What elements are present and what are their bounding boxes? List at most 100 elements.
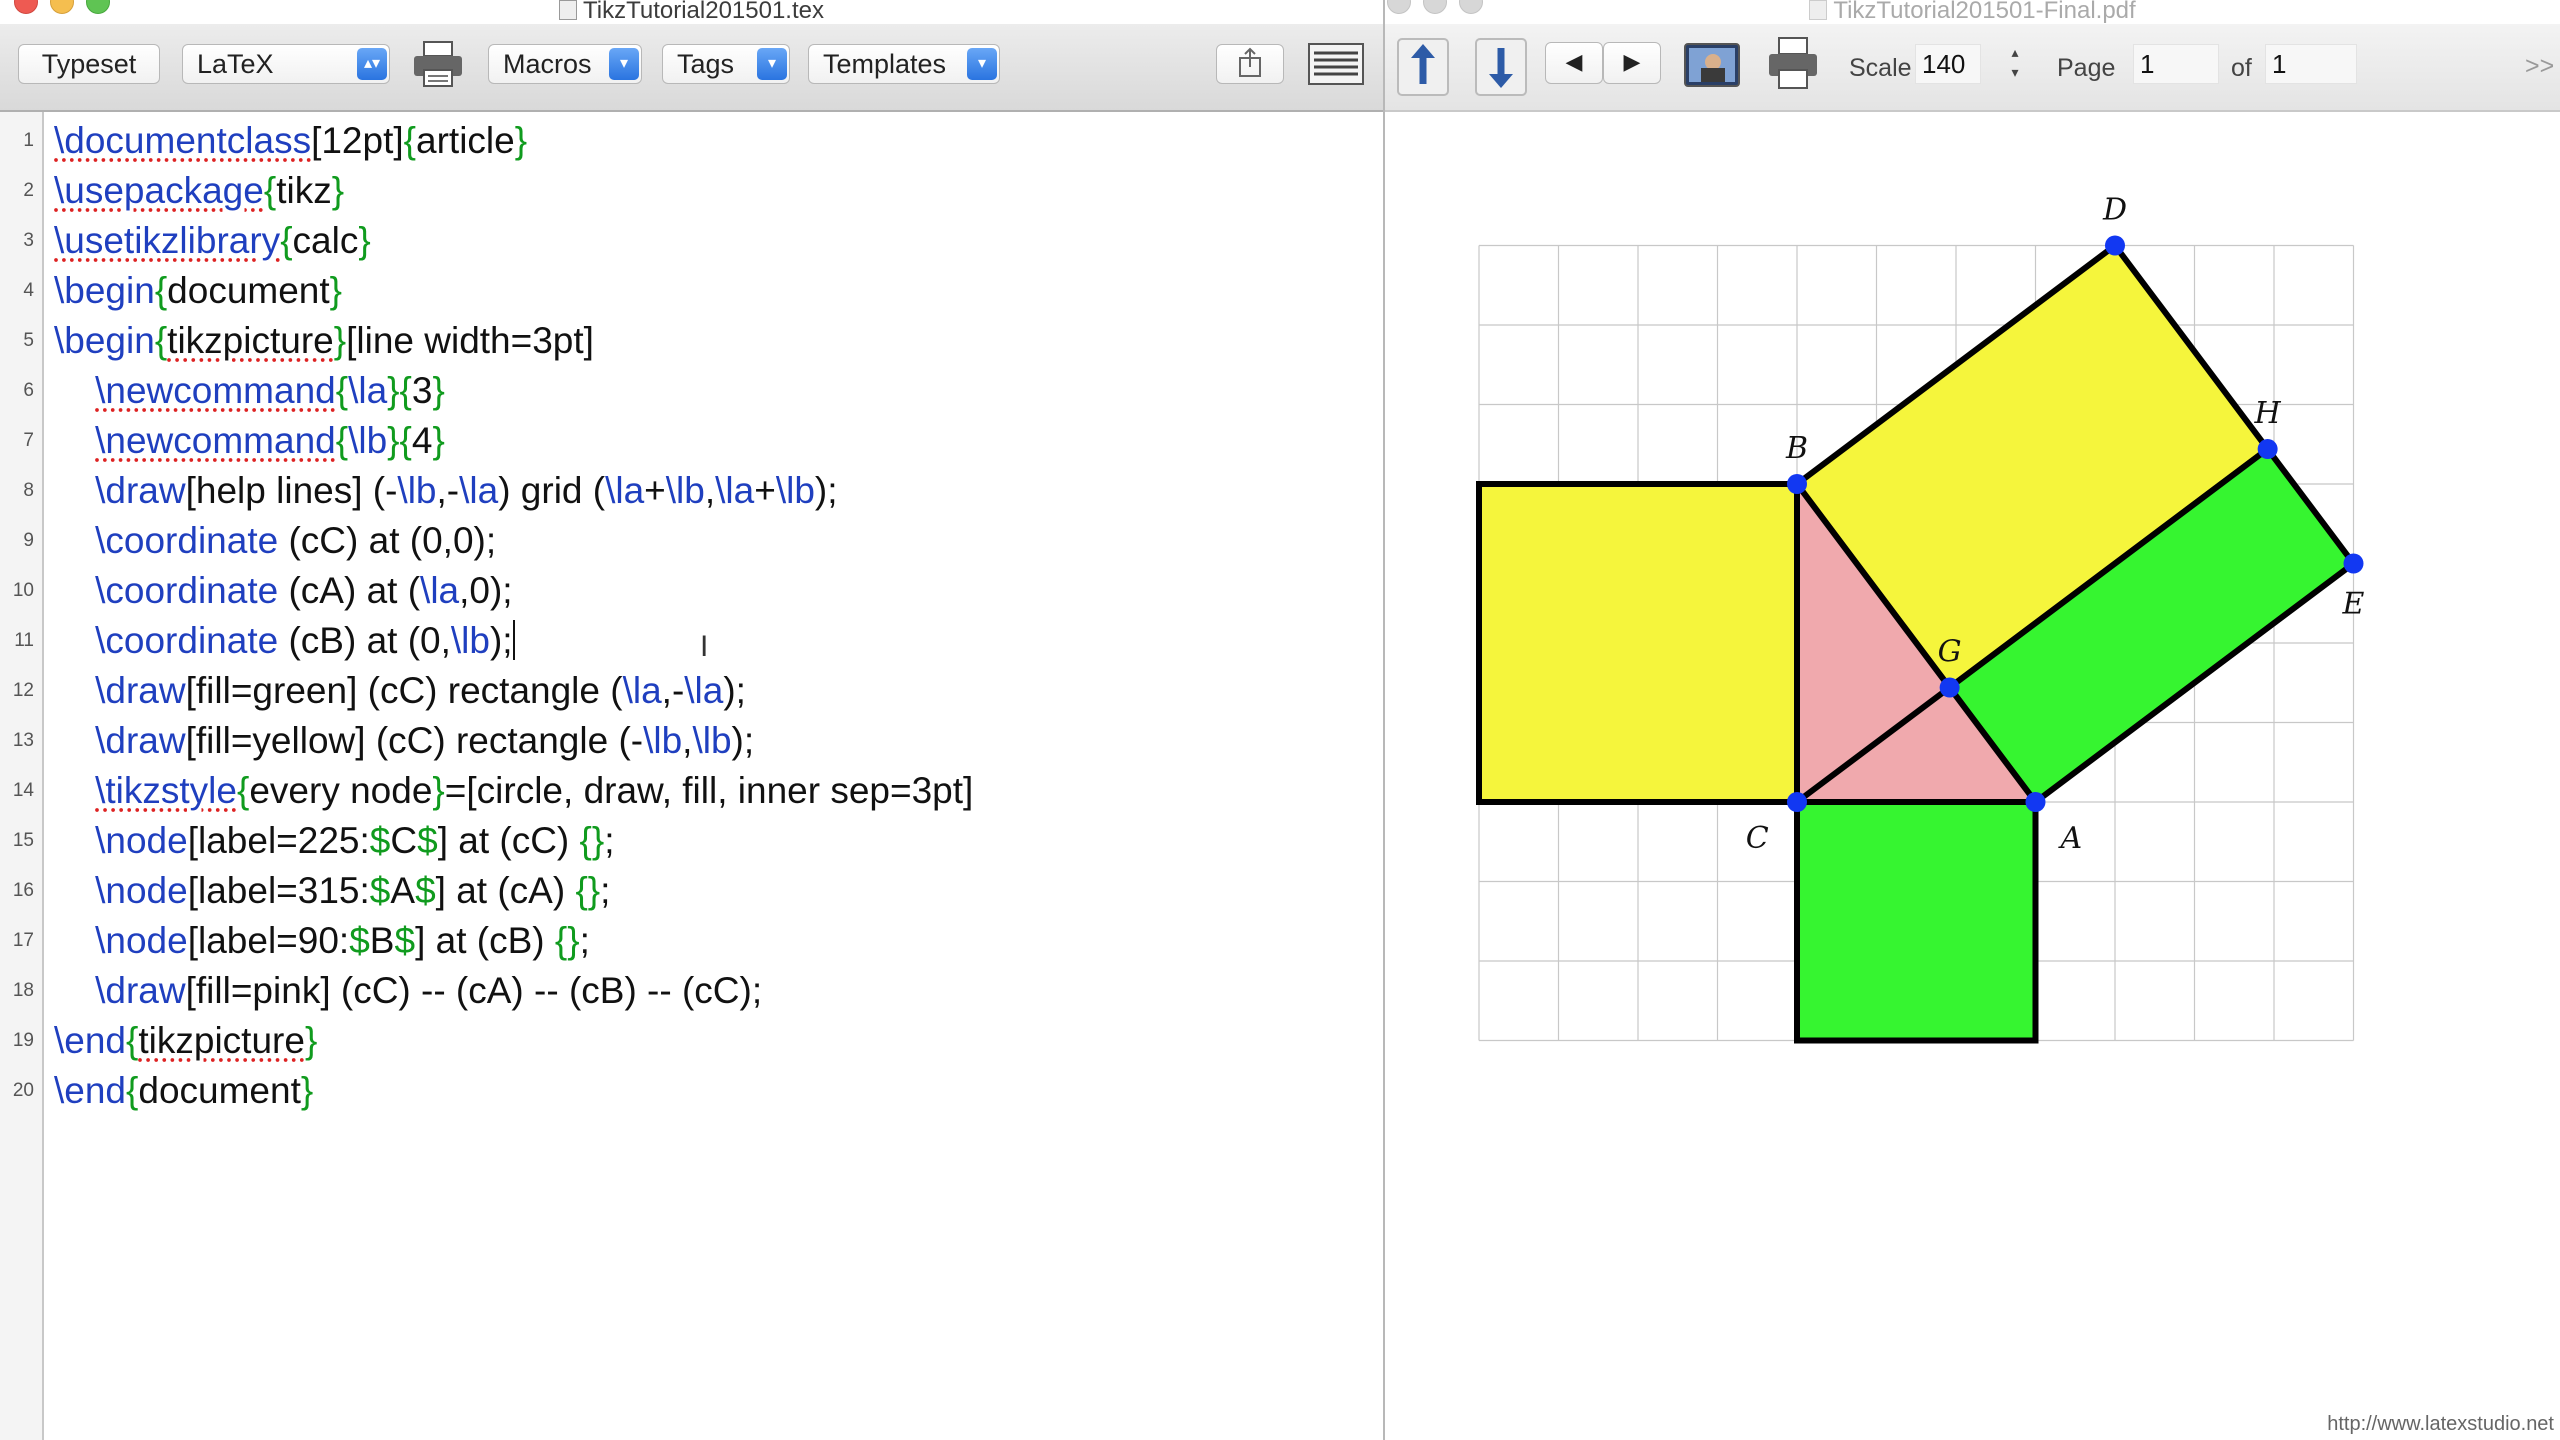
- chevron-down-icon: ▾: [967, 48, 997, 80]
- figure-shapes: [1476, 241, 2358, 1044]
- zoom-window-button[interactable]: [1459, 0, 1483, 14]
- page-field[interactable]: 1: [2133, 44, 2219, 84]
- code-token: \la: [459, 470, 499, 511]
- code-line[interactable]: \usetikzlibrary{calc}: [54, 216, 371, 266]
- code-line[interactable]: \end{tikzpicture}: [54, 1016, 317, 1066]
- go-to-pdf-icon[interactable]: [1473, 36, 1529, 98]
- typeset-button[interactable]: Typeset: [18, 44, 160, 84]
- minimize-window-button[interactable]: [50, 0, 74, 14]
- of-label: of: [2231, 54, 2252, 82]
- code-editor[interactable]: \documentclass[12pt]{article} \usepackage…: [54, 112, 1383, 1440]
- format-select[interactable]: LaTeX ▴▾: [182, 44, 390, 84]
- code-token: ,: [704, 470, 716, 511]
- code-line[interactable]: \node[label=315:$A$] at (cA) {};: [54, 866, 610, 916]
- scale-field[interactable]: 140: [1915, 44, 1981, 84]
- code-token: );: [731, 720, 755, 761]
- document-proxy-icon[interactable]: [558, 0, 577, 20]
- code-token: ,-: [436, 470, 460, 511]
- code-token: [fill=green] (cC) rectangle (: [185, 670, 623, 711]
- minimize-window-button[interactable]: [1423, 0, 1447, 14]
- code-line[interactable]: \node[label=225:$C$] at (cC) {};: [54, 816, 614, 866]
- code-token: {: [126, 1020, 139, 1061]
- point-a: [2025, 792, 2046, 812]
- code-token: }: [358, 220, 371, 261]
- triangle-left-icon: ◀: [1565, 49, 1583, 74]
- scale-stepper[interactable]: ▴ ▾: [2005, 42, 2025, 86]
- code-line[interactable]: \draw[fill=yellow] (cC) rectangle (-\lb,…: [54, 716, 754, 766]
- code-line[interactable]: \coordinate (cC) at (0,0);: [54, 516, 496, 566]
- text-cursor-icon: I: [700, 630, 709, 663]
- tags-popup[interactable]: Tags ▾: [662, 44, 790, 84]
- code-token: {: [126, 1070, 139, 1111]
- code-line[interactable]: \end{document}: [54, 1066, 313, 1116]
- print-icon[interactable]: [410, 40, 466, 88]
- code-token: {: [335, 420, 349, 461]
- share-button[interactable]: [1216, 44, 1284, 84]
- code-line[interactable]: \draw[fill=pink] (cC) -- (cA) -- (cB) --…: [54, 966, 762, 1016]
- code-line[interactable]: \draw[help lines] (-\lb,-\la) grid (\la+…: [54, 466, 837, 516]
- document-proxy-icon[interactable]: [1809, 0, 1828, 20]
- code-token: [label=225:: [187, 820, 370, 861]
- page-label: Page: [2057, 54, 2116, 82]
- code-line[interactable]: \coordinate (cB) at (0,\lb);: [54, 616, 515, 666]
- code-line[interactable]: \begin{tikzpicture}[line width=3pt]: [54, 316, 594, 366]
- typeset-label: Typeset: [41, 49, 137, 79]
- split-view-icon[interactable]: [1306, 40, 1366, 88]
- code-token: }: [300, 1070, 314, 1111]
- share-icon: [1239, 47, 1261, 77]
- green-square-bottom: [1794, 799, 2039, 1044]
- templates-label: Templates: [823, 49, 947, 79]
- templates-popup[interactable]: Templates ▾: [808, 44, 1000, 84]
- code-token: }: [329, 270, 343, 311]
- point-g: [1939, 677, 1960, 698]
- code-line[interactable]: \begin{document}: [54, 266, 342, 316]
- code-line[interactable]: \documentclass[12pt]{article}: [54, 116, 527, 166]
- text-caret: [512, 620, 515, 660]
- code-token: calc: [292, 220, 359, 261]
- next-page-button[interactable]: ▶: [1603, 42, 1661, 84]
- photo-icon[interactable]: [1683, 40, 1741, 90]
- code-token: $: [415, 870, 436, 911]
- close-window-button[interactable]: [14, 0, 38, 14]
- code-line[interactable]: \node[label=90:$B$] at (cB) {};: [54, 916, 590, 966]
- point-label-d: D: [2102, 193, 2127, 228]
- point-label-h: H: [2254, 396, 2282, 431]
- code-line[interactable]: \newcommand{\la}{3}: [54, 366, 445, 416]
- chevron-down-icon: ▾: [757, 48, 787, 80]
- code-token: }: [432, 370, 445, 411]
- code-line[interactable]: \coordinate (cA) at (\la,0);: [54, 566, 512, 616]
- code-token: );: [489, 620, 513, 661]
- total-pages-value: 1: [2272, 49, 2287, 79]
- code-token: ] at (cB): [415, 920, 555, 961]
- line-number: 20: [12, 1080, 34, 1101]
- code-line[interactable]: \usepackage{tikz}: [54, 166, 344, 216]
- point-label-b: B: [1785, 431, 1808, 466]
- scale-value: 140: [1922, 49, 1966, 79]
- line-number: 19: [12, 1030, 34, 1051]
- code-token: $: [394, 920, 416, 961]
- tikz-figure: A B C D E G H: [1476, 193, 2365, 1044]
- previous-page-button[interactable]: ◀: [1545, 42, 1603, 84]
- print-icon[interactable]: [1765, 34, 1821, 94]
- code-line[interactable]: \tikzstyle{every node}=[circle, draw, fi…: [54, 766, 973, 816]
- preview-toolbar: ◀ ▶ Scale 140 ▴ ▾ Page 1 of 1 >>: [1385, 24, 2560, 112]
- code-token: \lb: [397, 470, 437, 511]
- code-token: ;: [600, 870, 611, 911]
- line-number: 18: [12, 980, 34, 1001]
- code-token: \la: [348, 370, 388, 411]
- macros-popup[interactable]: Macros ▾: [488, 44, 642, 84]
- point-e: [2343, 553, 2364, 574]
- close-window-button[interactable]: [1387, 0, 1411, 14]
- code-line[interactable]: \draw[fill=green] (cC) rectangle (\la,-\…: [54, 666, 746, 716]
- code-token: ,-: [661, 670, 685, 711]
- line-number: 16: [12, 880, 34, 901]
- code-token: }{: [387, 420, 412, 461]
- toolbar-overflow-button[interactable]: >>: [2525, 52, 2554, 81]
- code-line[interactable]: \newcommand{\lb}{4}: [54, 416, 445, 466]
- chevron-down-icon: ▾: [609, 48, 639, 80]
- go-to-source-icon[interactable]: [1395, 36, 1451, 98]
- zoom-window-button[interactable]: [86, 0, 110, 14]
